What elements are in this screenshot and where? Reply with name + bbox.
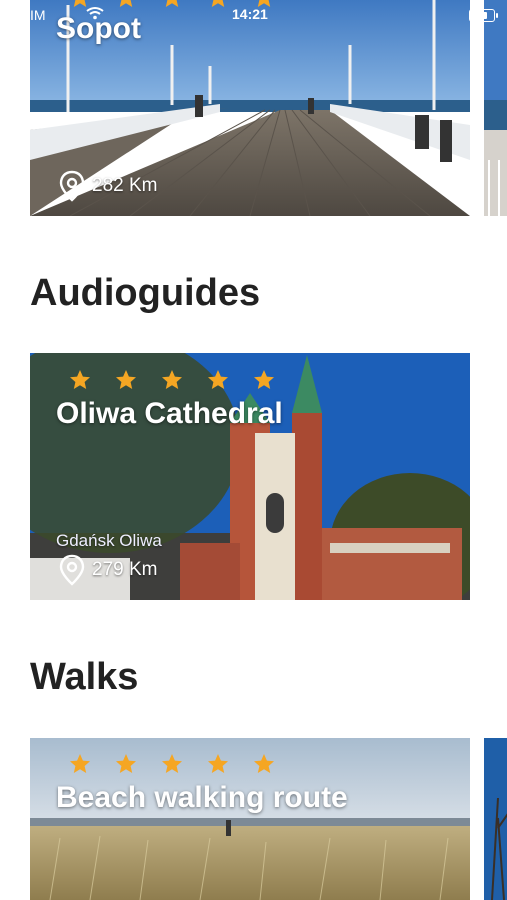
star-icon — [70, 754, 90, 773]
card-oliwa-cathedral[interactable]: Oliwa Cathedral Gdańsk Oliwa 279 Km — [30, 353, 470, 600]
star-icon — [116, 370, 136, 389]
star-icon — [208, 754, 228, 773]
star-icon — [162, 754, 182, 773]
star-icon — [257, 0, 271, 7]
star-icon — [162, 370, 182, 389]
next-card-image — [484, 0, 507, 216]
location-pin-icon — [59, 170, 85, 202]
star-icon — [116, 754, 136, 773]
card-title: Oliwa Cathedral — [56, 397, 283, 430]
card-subtitle: Gdańsk Oliwa — [56, 531, 162, 550]
card-beach-walking-route[interactable]: Beach walking route — [30, 738, 470, 900]
star-icon — [119, 0, 133, 7]
star-icon — [211, 0, 225, 7]
next-walk-card-peek[interactable] — [484, 738, 507, 900]
rating-stars — [68, 752, 276, 776]
card-title: Sopot — [56, 12, 141, 45]
next-walk-card-image — [484, 738, 507, 900]
distance-row: 282 Km — [58, 170, 157, 202]
card-title: Beach walking route — [56, 781, 348, 814]
star-icon — [254, 754, 274, 773]
star-icon — [73, 0, 87, 7]
distance-label: 279 Km — [92, 559, 158, 580]
card-sopot[interactable]: Sopot 282 Km — [30, 0, 470, 216]
star-icon — [208, 370, 228, 389]
section-title-walks: Walks — [30, 656, 139, 698]
location-pin-icon — [59, 554, 85, 586]
star-icon — [165, 0, 179, 7]
next-card-peek[interactable] — [484, 0, 507, 216]
distance-row: 279 Km — [58, 554, 157, 586]
distance-label: 282 Km — [92, 175, 158, 196]
rating-stars — [68, 368, 276, 392]
section-title-audioguides: Audioguides — [30, 272, 261, 314]
rating-stars — [68, 0, 276, 10]
star-icon — [254, 370, 274, 389]
star-icon — [70, 370, 90, 389]
